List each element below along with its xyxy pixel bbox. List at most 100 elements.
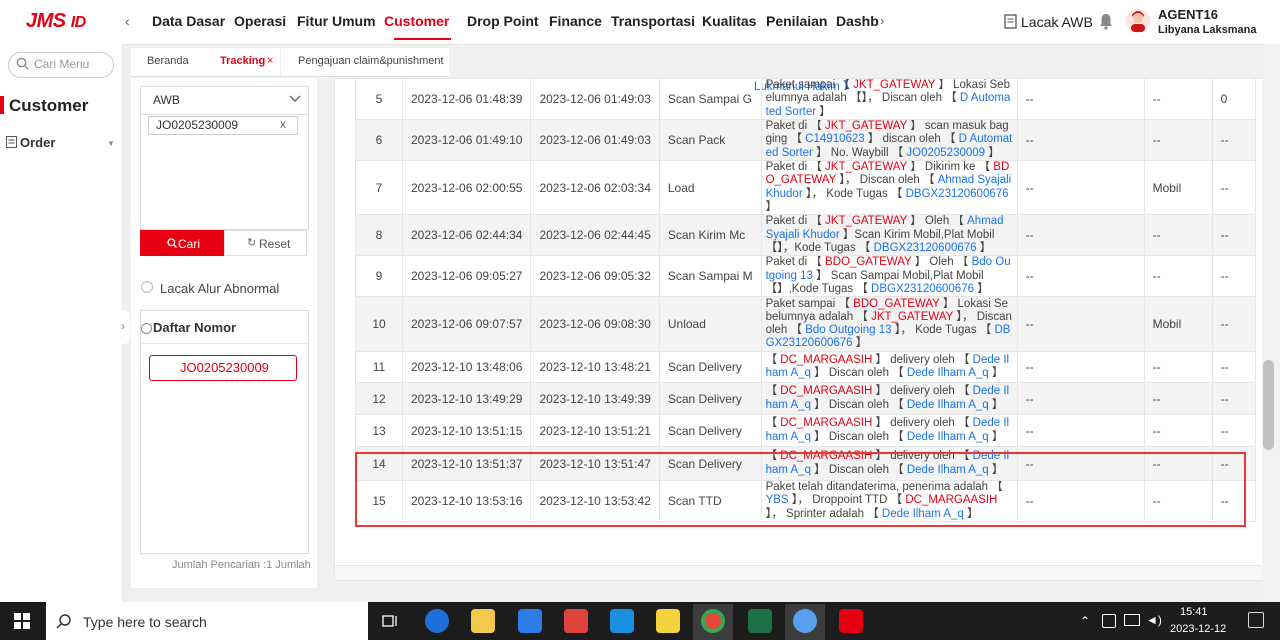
- jms-logo[interactable]: JMS ID: [26, 10, 86, 33]
- location-text: BDO_GATEWAY: [825, 256, 912, 269]
- notification-icon[interactable]: [1248, 612, 1264, 628]
- col-6-value: --: [1016, 78, 1145, 120]
- location-text: BDO_GATEWAY: [853, 297, 940, 310]
- jnt-app-icon[interactable]: [839, 609, 863, 633]
- table-row: 8 2023-12-06 02:44:34 2023-12-06 02:44:45 S…: [355, 214, 1256, 257]
- link-text[interactable]: JO0205230009: [906, 147, 985, 159]
- desc-text: 【: [765, 353, 781, 366]
- scan-time: 2023-12-06 02:44:34: [401, 214, 532, 257]
- collapse-panel-handle[interactable]: ›: [118, 310, 130, 344]
- col-8-value: --: [1211, 119, 1256, 161]
- network-icon[interactable]: [1124, 614, 1140, 626]
- scan-time: 2023-12-10 13:48:06: [401, 351, 532, 384]
- col-8-value: --: [1211, 255, 1256, 298]
- list-icon: [141, 323, 152, 334]
- col-6-value: --: [1016, 414, 1145, 448]
- tab-beranda[interactable]: Beranda: [147, 55, 189, 67]
- lacak-awb-label[interactable]: Lacak AWB: [1021, 14, 1093, 30]
- search-icon: [56, 613, 72, 632]
- edge-browser-icon[interactable]: [425, 609, 449, 633]
- nav-item-data-dasar[interactable]: Data Dasar: [152, 13, 225, 29]
- reset-button-label: Reset: [259, 237, 291, 251]
- nav-item-drop-point[interactable]: Drop Point: [467, 13, 539, 29]
- table-row: 9 2023-12-06 09:05:27 2023-12-06 09:05:32 S…: [355, 255, 1256, 298]
- scan-type: Scan Sampai G: [658, 78, 762, 120]
- vertical-scrollbar[interactable]: [1262, 44, 1280, 602]
- location-text: JKT_GATEWAY: [853, 79, 936, 92]
- scan-time: 2023-12-10 13:51:15: [401, 414, 532, 448]
- tray-chevron-up-icon[interactable]: ⌃: [1080, 614, 1090, 628]
- awb-tag-close-icon[interactable]: x: [280, 117, 286, 131]
- reset-icon: ↻: [247, 237, 257, 249]
- col-8-value: --: [1211, 159, 1256, 216]
- desc-text: 】: [852, 337, 868, 350]
- store-icon[interactable]: [518, 609, 542, 633]
- search-button-label: Cari: [178, 237, 201, 251]
- abnormal-radio-label[interactable]: Lacak Alur Abnormal: [160, 281, 279, 296]
- desc-text: Paket di 【: [765, 215, 826, 228]
- scan-description: Paket di 【 JKT_GATEWAY 】 Oleh 【 Ahmad Sy…: [760, 214, 1018, 257]
- col-7-value: Mobil: [1143, 296, 1213, 353]
- avatar[interactable]: [1126, 9, 1150, 33]
- scan-type: Scan Delivery: [658, 351, 762, 384]
- chevron-down-icon[interactable]: ▼: [107, 139, 115, 148]
- link-text[interactable]: DBGX23120600676: [871, 283, 974, 295]
- excel-icon[interactable]: [748, 609, 772, 633]
- location-text: JKT_GATEWAY: [825, 161, 908, 173]
- tab-tracking[interactable]: Tracking: [220, 55, 265, 67]
- desc-text: 】: [765, 200, 778, 213]
- link-text[interactable]: DBGX23120600676: [874, 242, 977, 254]
- highlight-box: [355, 452, 1246, 527]
- nav-item-operasi[interactable]: Operasi: [234, 13, 286, 29]
- tab-pengajuan-claim[interactable]: Pengajuan claim&punishment: [298, 55, 444, 67]
- nav-scroll-left-icon[interactable]: ‹: [125, 13, 130, 29]
- upload-time: 2023-12-06 02:03:34: [530, 159, 660, 216]
- nav-scroll-right-icon[interactable]: ›: [880, 13, 884, 28]
- link-text[interactable]: Dede Ilham A_q: [907, 367, 989, 379]
- nav-item-fitur-umum[interactable]: Fitur Umum: [297, 13, 376, 29]
- nav-item-kualitas[interactable]: Kualitas: [702, 13, 756, 29]
- location-text: DC_MARGAASIH: [780, 353, 873, 366]
- table-row: 6 2023-12-06 01:49:10 2023-12-06 01:49:03 S…: [355, 119, 1256, 161]
- scan-description: 【 DC_MARGAASIH 】 delivery oleh 【 Dede Il…: [760, 414, 1018, 448]
- link-text[interactable]: C14910623: [805, 133, 864, 145]
- nav-item-finance[interactable]: Finance: [549, 13, 602, 29]
- table-row: 11 2023-12-10 13:48:06 2023-12-10 13:48:21…: [355, 351, 1256, 384]
- taskbar-time[interactable]: 15:41: [1180, 606, 1208, 618]
- windows-start-icon[interactable]: [14, 613, 30, 632]
- link-text[interactable]: Bdo Outgoing 13: [805, 324, 891, 336]
- link-text[interactable]: DBGX23120600676: [906, 188, 1009, 200]
- col-8-value: --: [1211, 214, 1256, 257]
- row-number: 11: [355, 351, 403, 384]
- anydesk-icon[interactable]: [564, 609, 588, 633]
- nav-item-dashboard[interactable]: Dashb: [836, 13, 879, 29]
- task-view-icon[interactable]: [382, 613, 398, 632]
- scan-type: Scan Kirim Mc: [658, 214, 762, 257]
- tray-app-icon[interactable]: [1102, 614, 1116, 628]
- nav-item-penilaian[interactable]: Penilaian: [766, 13, 827, 29]
- link-text[interactable]: Dede Ilham A_q: [907, 399, 989, 411]
- scrollbar-thumb[interactable]: [1263, 360, 1274, 450]
- messenger-icon[interactable]: [793, 609, 817, 633]
- order-menu-icon: [6, 136, 17, 151]
- nav-active-underline: [394, 38, 451, 40]
- desc-text: 】: [974, 282, 989, 295]
- feishu-icon[interactable]: [610, 609, 634, 633]
- chevron-down-icon[interactable]: [289, 92, 301, 106]
- desc-text: Paket sampai 【: [765, 79, 854, 92]
- nav-item-customer[interactable]: Customer: [384, 13, 449, 29]
- row-number: 6: [355, 119, 403, 161]
- link-text[interactable]: Dede Ilham A_q: [907, 431, 989, 443]
- lacak-awb-link[interactable]: [1004, 14, 1018, 29]
- bell-icon[interactable]: [1098, 12, 1114, 33]
- taskbar-date[interactable]: 2023-12-12: [1170, 623, 1226, 635]
- tab-close-icon[interactable]: ×: [267, 55, 273, 67]
- nav-item-transportasi[interactable]: Transportasi: [611, 13, 695, 29]
- search-icon: [167, 237, 177, 251]
- file-explorer-icon[interactable]: [471, 609, 495, 633]
- volume-icon[interactable]: ◄): [1146, 613, 1162, 627]
- sticky-notes-icon[interactable]: [656, 609, 680, 633]
- abnormal-radio[interactable]: [141, 281, 153, 293]
- chrome-icon[interactable]: [701, 609, 725, 633]
- sidebar-item-order[interactable]: Order: [20, 135, 55, 150]
